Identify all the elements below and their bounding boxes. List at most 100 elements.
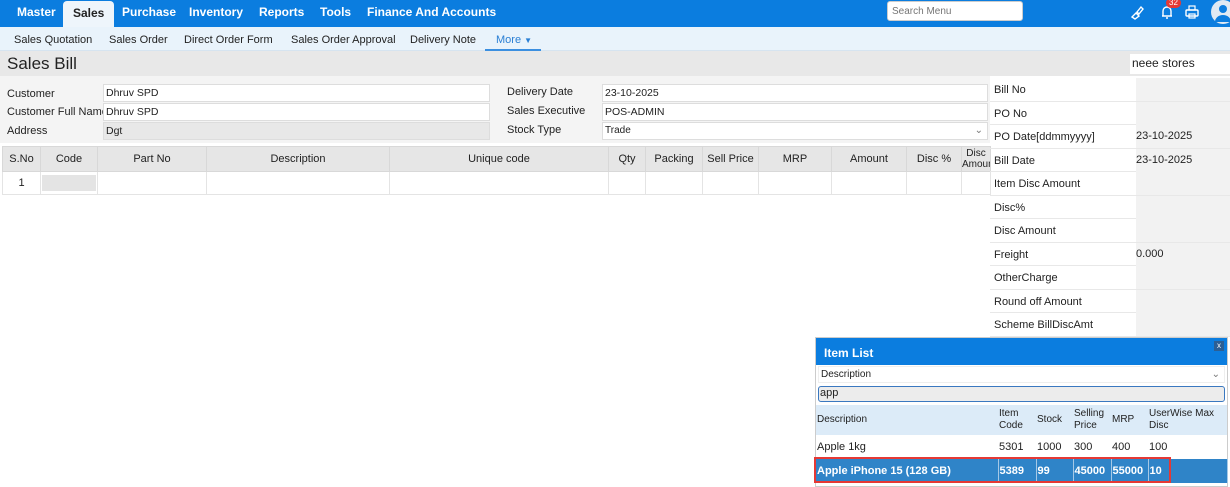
item-column-header[interactable]: Item Code [998,405,1036,435]
summary-label: Item Disc Amount [994,178,1081,190]
delivery-date-field[interactable]: 23-10-2025 [602,84,988,102]
store-field[interactable]: neee stores [1130,54,1230,74]
summary-value[interactable] [1136,195,1230,219]
item-row[interactable]: Apple 1kg 5301 1000 300 400 100 [816,435,1227,459]
item-cell: 300 [1074,441,1093,453]
summary-value[interactable] [1136,313,1230,336]
customer-label: Customer [7,88,55,100]
close-icon[interactable]: x [1214,341,1224,351]
subnav-sales-order[interactable]: Sales Order [109,27,168,53]
printer-icon[interactable] [1185,5,1199,19]
stock-type-select[interactable]: Trade ⌄ [602,122,988,140]
search-menu-input[interactable] [887,1,1023,21]
more-menu[interactable]: More ▼ [485,27,541,51]
grid-cell[interactable] [206,171,390,195]
summary-row: PO No [990,101,1230,125]
summary-row: Bill Date 23-10-2025 [990,148,1230,172]
grid-cell[interactable] [97,171,207,195]
column-header[interactable]: Sell Price [702,146,759,172]
summary-label: Bill Date [994,154,1035,167]
grid-cell[interactable] [702,171,759,195]
grid-cell[interactable] [608,171,646,195]
item-column-header[interactable]: Selling Price [1073,405,1111,435]
item-column-header[interactable]: Description [816,405,998,435]
top-nav: Master Sales Purchase Inventory Reports Tools… [0,0,1230,28]
grid-cell[interactable] [906,171,962,195]
summary-value[interactable]: 23-10-2025 [1136,148,1230,172]
column-header[interactable]: Amount [831,146,907,172]
page-title: Sales Bill [7,54,77,73]
nav-sales[interactable]: Sales [63,1,115,28]
sales-executive-field[interactable]: POS-ADMIN [602,103,988,121]
title-bar: Sales Bill neee stores [0,51,1230,76]
column-header[interactable]: Description [206,146,390,172]
summary-row: Disc Amount [990,219,1230,243]
more-label: More [496,34,522,46]
search-by-select[interactable]: Description ⌄ [818,366,1225,383]
summary-row: Freight 0.000 [990,242,1230,266]
summary-label: Round off Amount [994,295,1082,308]
bill-header-form: Customer Dhruv SPD Customer Full Name Dh… [0,76,990,143]
nav-master[interactable]: Master [7,0,66,27]
subnav-sales-quotation[interactable]: Sales Quotation [14,27,92,53]
customer-field[interactable]: Dhruv SPD [103,84,490,102]
summary-value[interactable] [1136,172,1230,195]
item-cell: 5301 [999,441,1024,453]
stock-type-value: Trade [605,125,631,136]
subnav-delivery-note[interactable]: Delivery Note [410,27,476,53]
item-cell: 400 [1112,441,1131,453]
grid-cell[interactable] [961,171,991,195]
column-header[interactable]: Unique code [389,146,609,172]
grid-cell[interactable] [831,171,907,195]
column-header[interactable]: Disc % [906,146,962,172]
chevron-down-icon: ⌄ [974,125,983,136]
nav-reports[interactable]: Reports [249,0,314,27]
nav-finance-and-accounts[interactable]: Finance And Accounts [357,0,506,27]
summary-value[interactable] [1136,219,1230,242]
column-header[interactable]: Part No [97,146,207,172]
grid-cell[interactable] [758,171,832,195]
summary-label: PO Date[ddmmyyyy] [994,131,1095,143]
address-field[interactable]: Dgt [103,122,490,140]
grid-cell[interactable] [40,171,98,195]
summary-value[interactable]: 23-10-2025 [1136,125,1230,148]
summary-row: Scheme BillDiscAmt [990,313,1230,337]
item-column-header[interactable]: Stock [1036,405,1073,435]
summary-value[interactable] [1136,266,1230,289]
full-name-field[interactable]: Dhruv SPD [103,103,490,121]
nav-purchase[interactable]: Purchase [112,0,186,27]
summary-row: Disc% [990,195,1230,219]
sub-nav: Sales Quotation Sales Order Direct Order F… [0,27,1230,51]
column-header[interactable]: Disc Amount [961,146,991,172]
summary-label: OtherCharge [994,272,1058,284]
column-header[interactable]: MRP [758,146,832,172]
nav-inventory[interactable]: Inventory [179,0,253,27]
subnav-direct-order-form[interactable]: Direct Order Form [184,27,273,53]
summary-label: Disc% [994,201,1026,214]
sales-executive-label: Sales Executive [507,105,586,117]
nav-tools[interactable]: Tools [310,0,361,27]
column-header[interactable]: S.No [2,146,41,172]
stock-type-label: Stock Type [507,124,562,136]
summary-value[interactable] [1136,78,1230,101]
item-cell: 100 [1149,441,1168,453]
column-header[interactable]: Qty [608,146,646,172]
grid-cell[interactable] [645,171,703,195]
subnav-sales-order-approval[interactable]: Sales Order Approval [291,27,396,53]
paint-brush-icon[interactable] [1129,4,1145,20]
dialog-title: Item List [824,346,874,360]
grid-cell[interactable] [389,171,609,195]
column-header[interactable]: Packing [645,146,703,172]
summary-value[interactable]: 0.000 [1136,242,1230,266]
item-column-header[interactable]: MRP [1111,405,1148,435]
item-column-header[interactable]: UserWise Max Disc [1148,405,1227,435]
summary-value[interactable] [1136,101,1230,125]
summary-row: Round off Amount [990,289,1230,313]
avatar[interactable] [1209,0,1230,24]
item-search-input[interactable]: app [818,386,1225,402]
summary-label: Bill No [994,84,1026,96]
column-header[interactable]: Code [40,146,98,172]
summary-value[interactable] [1136,289,1230,313]
dialog-header: Item List [816,338,1227,365]
grid-cell[interactable]: 1 [2,171,41,195]
